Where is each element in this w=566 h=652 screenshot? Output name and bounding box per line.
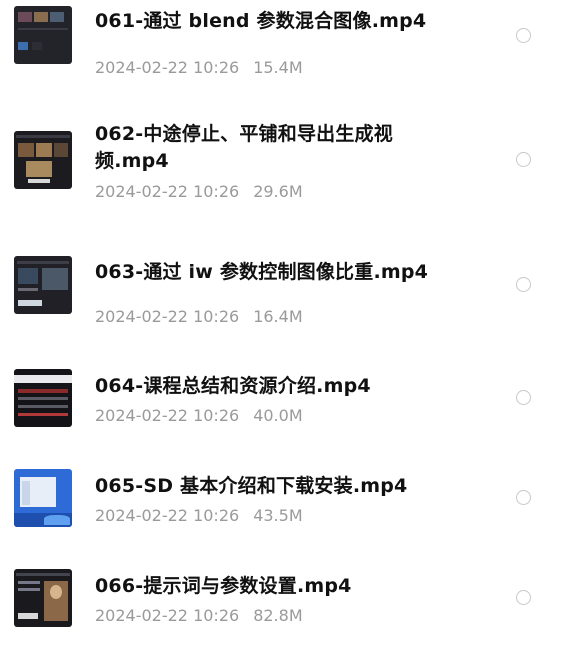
file-size: 43.5M — [253, 506, 303, 525]
file-date: 2024-02-22 10:26 — [95, 606, 240, 625]
video-thumbnail — [14, 6, 72, 64]
file-size: 82.8M — [253, 606, 303, 625]
select-radio[interactable] — [516, 277, 531, 292]
file-name: 061-通过 blend 参数混合图像.mp4 — [95, 10, 427, 32]
file-meta: 2024-02-22 10:26 82.8M — [95, 606, 303, 626]
video-thumbnail — [14, 469, 72, 527]
select-radio[interactable] — [516, 390, 531, 405]
file-date: 2024-02-22 10:26 — [95, 406, 240, 425]
select-radio[interactable] — [516, 490, 531, 505]
file-list: 061-通过 blend 参数混合图像.mp4 2024-02-22 10:26… — [0, 0, 566, 652]
video-thumbnail — [14, 569, 72, 627]
file-name: 062-中途停止、平铺和导出生成视频.mp4 — [95, 123, 393, 172]
file-date: 2024-02-22 10:26 — [95, 58, 240, 77]
video-thumbnail — [14, 369, 72, 427]
file-name: 064-课程总结和资源介绍.mp4 — [95, 375, 371, 397]
file-name: 066-提示词与参数设置.mp4 — [95, 575, 352, 597]
select-radio[interactable] — [516, 590, 531, 605]
file-name: 065-SD 基本介绍和下载安装.mp4 — [95, 475, 408, 497]
file-size: 29.6M — [253, 182, 303, 201]
video-thumbnail — [14, 131, 72, 189]
file-size: 16.4M — [253, 307, 303, 326]
file-meta: 2024-02-22 10:26 40.0M — [95, 406, 303, 426]
file-meta: 2024-02-22 10:26 43.5M — [95, 506, 303, 526]
video-thumbnail — [14, 256, 72, 314]
file-meta: 2024-02-22 10:26 29.6M — [95, 182, 303, 202]
select-radio[interactable] — [516, 152, 531, 167]
file-date: 2024-02-22 10:26 — [95, 307, 240, 326]
file-meta: 2024-02-22 10:26 16.4M — [95, 307, 303, 327]
file-size: 15.4M — [253, 58, 303, 77]
file-meta: 2024-02-22 10:26 15.4M — [95, 58, 303, 78]
file-date: 2024-02-22 10:26 — [95, 182, 240, 201]
file-name: 063-通过 iw 参数控制图像比重.mp4 — [95, 261, 429, 283]
file-date: 2024-02-22 10:26 — [95, 506, 240, 525]
select-radio[interactable] — [516, 28, 531, 43]
file-size: 40.0M — [253, 406, 303, 425]
